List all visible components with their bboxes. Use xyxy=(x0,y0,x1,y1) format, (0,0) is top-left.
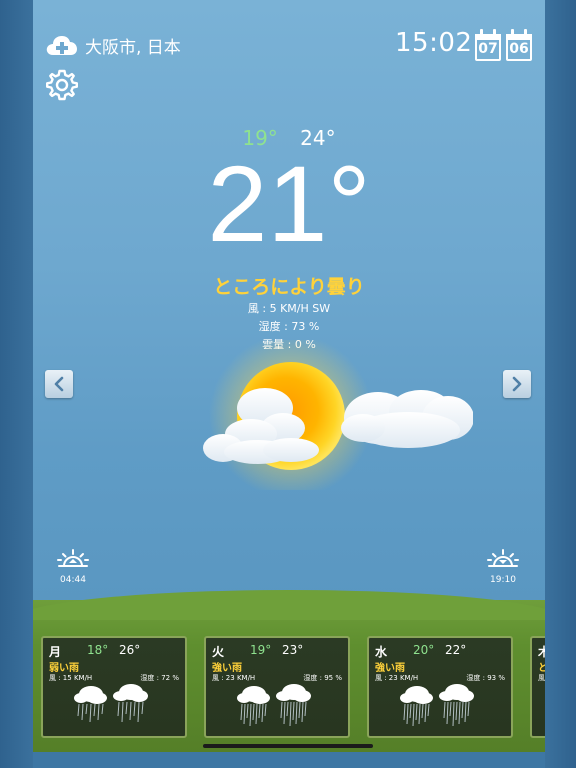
calendar-icon[interactable]: 06 xyxy=(506,28,532,61)
rain-cloud-icon xyxy=(236,682,316,736)
forecast-wind: 風 xyxy=(538,674,545,682)
rain-cloud-icon xyxy=(73,682,153,736)
calendar-day: 06 xyxy=(509,41,529,57)
next-location-button[interactable] xyxy=(503,370,531,398)
settings-button[interactable] xyxy=(45,68,79,102)
weather-panel: 大阪市, 日本 15:02 07 06 19° 24° 21° ところにより曇り… xyxy=(33,0,545,752)
forecast-card[interactable]: 月 18° 26° 弱い雨 風 : 15 KM/H 湿度 : 72 % xyxy=(41,636,187,738)
sunrise-icon xyxy=(57,549,89,567)
current-temperature: 21° xyxy=(207,143,371,264)
forecast-condition: 強い雨 xyxy=(212,663,242,674)
chevron-left-icon xyxy=(54,376,64,392)
calendar-month: 07 xyxy=(478,41,498,57)
left-panel-edge xyxy=(0,0,33,768)
forecast-day: 火 xyxy=(212,645,225,659)
home-indicator[interactable] xyxy=(203,744,373,748)
forecast-card[interactable]: 木 と 風 xyxy=(530,636,545,738)
forecast-min: 20° xyxy=(413,643,435,657)
forecast-card[interactable]: 水 20° 22° 強い雨 風 : 23 KM/H 湿度 : 93 % xyxy=(367,636,513,738)
sunrise-info: 04:44 xyxy=(51,548,95,585)
previous-location-button[interactable] xyxy=(45,370,73,398)
forecast-day: 月 xyxy=(49,645,62,659)
sun-with-clouds-icon xyxy=(133,334,474,498)
forecast-day: 木 xyxy=(538,645,545,659)
humidity-info: 湿度 : 73 % xyxy=(258,320,320,333)
clock-time: 15:02 xyxy=(395,28,473,58)
sunset-icon xyxy=(487,549,519,567)
gear-icon xyxy=(46,69,78,101)
cloud-plus-icon xyxy=(45,32,79,58)
calendar-icon[interactable]: 07 xyxy=(475,28,501,61)
forecast-max: 23° xyxy=(282,643,304,657)
forecast-max: 26° xyxy=(119,643,141,657)
right-panel-edge xyxy=(545,0,576,768)
sunrise-time: 04:44 xyxy=(60,575,86,585)
forecast-min: 18° xyxy=(87,643,109,657)
forecast-day: 水 xyxy=(375,645,388,659)
sunset-info: 19:10 xyxy=(481,548,525,585)
location-selector[interactable]: 大阪市, 日本 xyxy=(45,32,181,58)
forecast-min: 19° xyxy=(250,643,272,657)
location-name: 大阪市, 日本 xyxy=(85,37,181,58)
chevron-right-icon xyxy=(512,376,522,392)
weather-app-screen: 大阪市, 日本 15:02 07 06 19° 24° 21° ところにより曇り… xyxy=(0,0,576,768)
forecast-max: 22° xyxy=(445,643,467,657)
forecast-condition: 弱い雨 xyxy=(49,663,79,674)
forecast-condition: と xyxy=(538,663,545,674)
wind-info: 風 : 5 KM/H SW xyxy=(247,302,331,315)
forecast-card[interactable]: 火 19° 23° 強い雨 風 : 23 KM/H 湿度 : 95 % xyxy=(204,636,350,738)
current-condition: ところにより曇り xyxy=(213,276,365,298)
forecast-condition: 強い雨 xyxy=(375,663,405,674)
rain-cloud-icon xyxy=(399,682,479,736)
sunset-time: 19:10 xyxy=(490,575,516,585)
